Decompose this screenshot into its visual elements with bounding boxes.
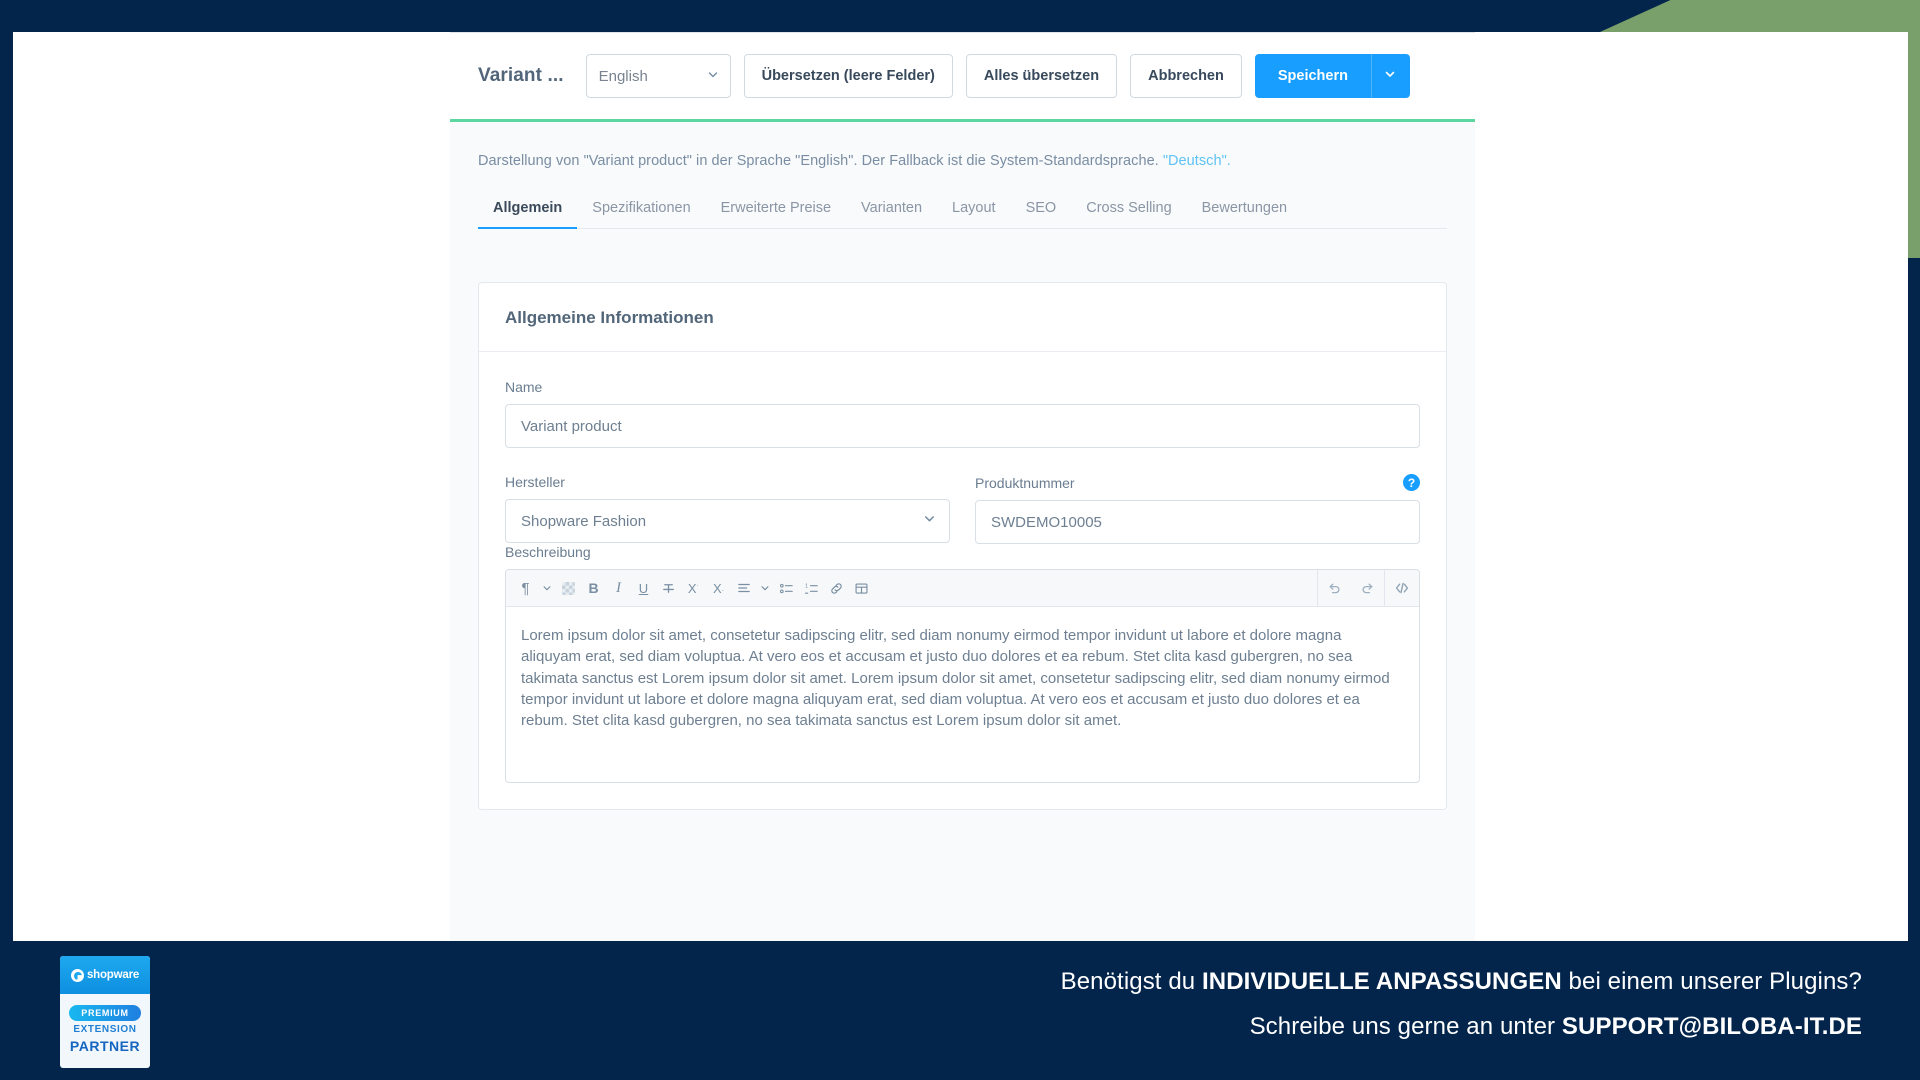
productnumber-input[interactable]: SWDEMO10005	[975, 500, 1420, 544]
chevron-down-icon	[1384, 67, 1396, 85]
tab-bar: Allgemein Spezifikationen Erweiterte Pre…	[478, 200, 1447, 229]
align-chevron-icon[interactable]	[756, 570, 774, 607]
name-label: Name	[505, 379, 543, 395]
promo-line-1: Benötigst du INDIVIDUELLE ANPASSUNGEN be…	[1061, 968, 1862, 996]
productnumber-field-group: Produktnummer ? SWDEMO10005	[975, 474, 1420, 544]
underline-icon[interactable]: U	[631, 570, 656, 607]
promo-line1-c: bei einem unserer Plugins?	[1561, 968, 1862, 995]
bold-icon[interactable]: B	[581, 570, 606, 607]
promo-support-email: SUPPORT@BILOBA-IT.DE	[1561, 1013, 1862, 1040]
tab-varianten[interactable]: Varianten	[846, 200, 937, 229]
general-information-card: Allgemeine Informationen Name Variant pr…	[478, 282, 1447, 810]
name-input[interactable]: Variant product	[505, 404, 1420, 448]
productnumber-label: Produktnummer	[975, 474, 1075, 491]
shopware-admin-panel: Variant ... English Übersetzen (leere Fe…	[450, 32, 1475, 941]
language-select-value: English	[598, 67, 648, 85]
strikethrough-icon[interactable]	[656, 570, 681, 607]
tab-allgemein[interactable]: Allgemein	[478, 200, 578, 229]
manufacturer-productnumber-row: Hersteller Shopware Fashion Produktnumme…	[505, 474, 1420, 544]
code-view-group	[1384, 570, 1419, 607]
tab-cross-selling[interactable]: Cross Selling	[1071, 200, 1186, 229]
redo-icon[interactable]	[1351, 570, 1384, 607]
promo-text-block: Benötigst du INDIVIDUELLE ANPASSUNGEN be…	[1061, 968, 1862, 1041]
promo-line1-a: Benötigst du	[1060, 968, 1203, 995]
badge-premium-pill: PREMIUM	[69, 1004, 141, 1021]
save-button[interactable]: Speichern	[1254, 54, 1371, 98]
badge-brand-name: shopware	[86, 969, 140, 981]
badge-partner-label: PARTNER	[69, 1037, 141, 1054]
badge-brand-row: shopware	[60, 956, 150, 994]
name-field-group: Name Variant product	[505, 379, 1420, 448]
code-view-icon[interactable]	[1385, 570, 1419, 607]
text-color-swatch-icon[interactable]	[556, 570, 581, 607]
description-field-group: Beschreibung ¶ B I U X ˙ X . 1 Lorem ips…	[505, 544, 1420, 783]
badge-body: PREMIUM EXTENSION PARTNER	[60, 994, 150, 1068]
promo-banner: shopware PREMIUM EXTENSION PARTNER Benöt…	[0, 941, 1920, 1080]
fallback-notice: Darstellung von "Variant product" in der…	[478, 122, 1447, 169]
italic-icon[interactable]: I	[606, 570, 631, 607]
editor-content[interactable]: Lorem ipsum dolor sit amet, consetetur s…	[506, 607, 1419, 782]
description-label: Beschreibung	[505, 544, 591, 560]
superscript-icon[interactable]: X ˙	[681, 570, 706, 607]
translate-empty-fields-button[interactable]: Übersetzen (leere Felder)	[743, 54, 953, 98]
align-icon[interactable]	[731, 570, 756, 607]
productnumber-label-row: Produktnummer ?	[975, 474, 1420, 491]
shopware-partner-badge: shopware PREMIUM EXTENSION PARTNER	[60, 956, 150, 1068]
page-title: Variant ...	[478, 65, 564, 86]
tab-seo[interactable]: SEO	[1011, 200, 1072, 229]
ordered-list-icon[interactable]: 1	[799, 570, 824, 607]
help-circle-icon[interactable]: ?	[1403, 474, 1420, 491]
fallback-notice-text: Darstellung von "Variant product" in der…	[478, 153, 1163, 169]
shopware-logo-icon	[70, 968, 84, 982]
promo-line2-a: Schreibe uns gerne an unter	[1249, 1013, 1562, 1040]
manufacturer-label: Hersteller	[505, 474, 565, 490]
manufacturer-select-wrap: Shopware Fashion	[505, 499, 950, 543]
subscript-icon[interactable]: X.	[706, 570, 731, 607]
badge-extension-label: EXTENSION	[73, 1023, 137, 1035]
manufacturer-select[interactable]: Shopware Fashion	[505, 499, 950, 543]
svg-text:1: 1	[805, 583, 808, 589]
history-button-group	[1317, 570, 1384, 607]
tab-spezifikationen[interactable]: Spezifikationen	[577, 200, 705, 229]
tab-layout[interactable]: Layout	[937, 200, 1011, 229]
translation-modal-body: Darstellung von "Variant product" in der…	[450, 122, 1475, 810]
browser-viewport: Variant ... English Übersetzen (leere Fe…	[13, 32, 1908, 941]
chevron-down-icon	[707, 68, 719, 85]
undo-icon[interactable]	[1318, 570, 1351, 607]
rich-text-editor: ¶ B I U X ˙ X . 1 Lorem ipsum dolor sit …	[505, 569, 1420, 783]
language-select[interactable]: English	[585, 54, 731, 98]
tab-bewertungen[interactable]: Bewertungen	[1187, 200, 1302, 229]
cancel-button[interactable]: Abbrechen	[1130, 54, 1242, 98]
paragraph-format-icon[interactable]: ¶	[513, 570, 538, 607]
decorative-green-corner	[1600, 0, 1920, 32]
translation-modal-header: Variant ... English Übersetzen (leere Fe…	[450, 32, 1475, 122]
promo-line-2: Schreibe uns gerne an unter SUPPORT@BILO…	[1061, 1013, 1862, 1041]
card-title: Allgemeine Informationen	[479, 283, 1446, 352]
link-icon[interactable]	[824, 570, 849, 607]
manufacturer-field-group: Hersteller Shopware Fashion	[505, 474, 950, 544]
translate-all-button[interactable]: Alles übersetzen	[965, 54, 1118, 98]
save-split-button: Speichern	[1254, 54, 1410, 98]
table-icon[interactable]	[849, 570, 874, 607]
fallback-language-link[interactable]: "Deutsch".	[1163, 153, 1231, 169]
card-body: Name Variant product Hersteller Shopware…	[479, 352, 1446, 783]
paragraph-format-chevron-icon[interactable]	[538, 570, 556, 607]
save-dropdown-button[interactable]	[1370, 54, 1410, 98]
editor-toolbar: ¶ B I U X ˙ X . 1	[506, 570, 1419, 607]
tab-erweiterte-preise[interactable]: Erweiterte Preise	[706, 200, 846, 229]
promo-line1-highlight: INDIVIDUELLE ANPASSUNGEN	[1202, 968, 1562, 995]
bullet-list-icon[interactable]	[774, 570, 799, 607]
